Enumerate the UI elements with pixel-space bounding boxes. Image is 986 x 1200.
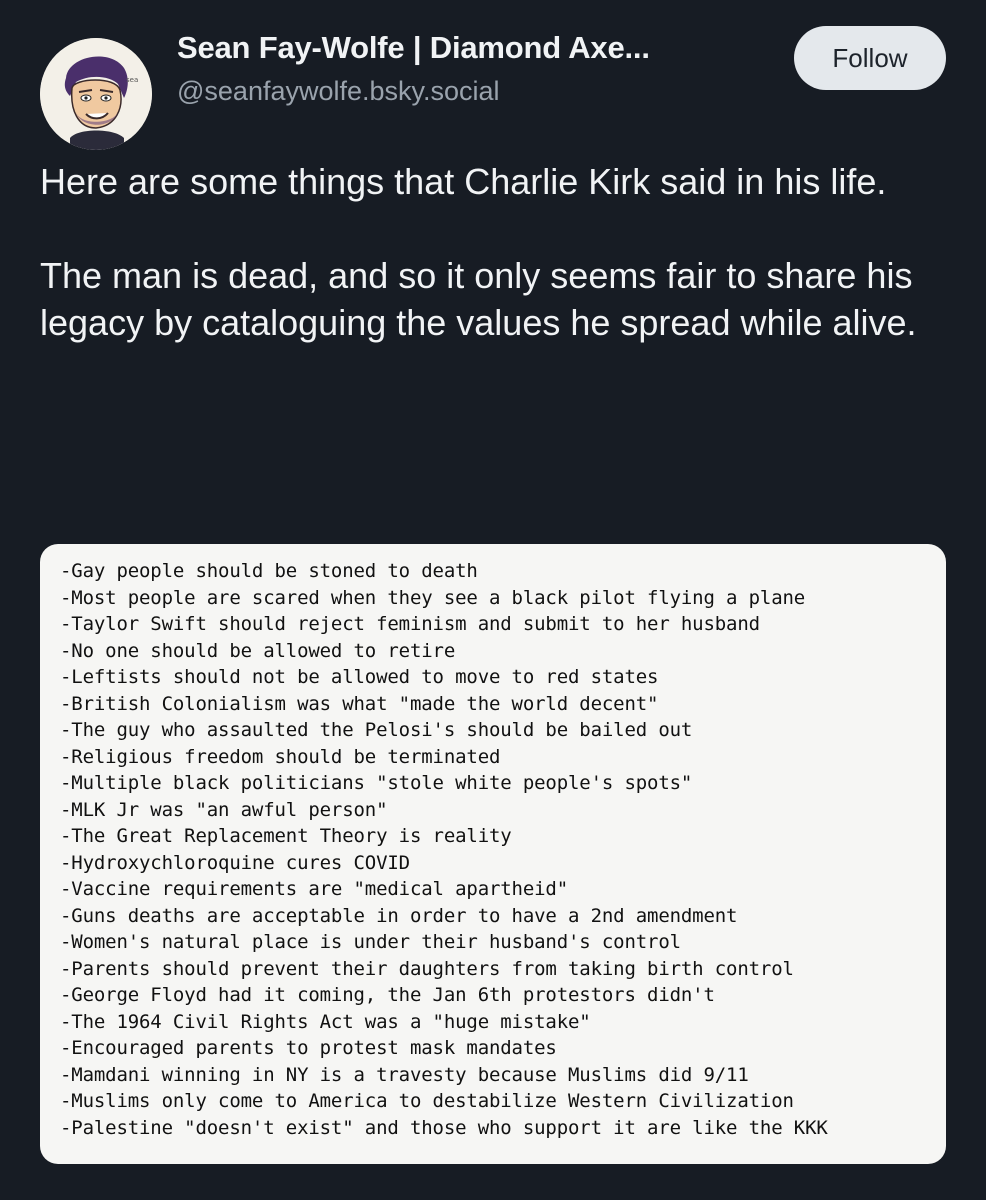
- image-text-line: -No one should be allowed to retire: [60, 639, 456, 662]
- attached-image[interactable]: -Gay people should be stoned to death -Mo…: [40, 544, 946, 1164]
- image-text-line: -Leftists should not be allowed to move …: [60, 666, 659, 688]
- image-text-line: -Guns deaths are acceptable in order to …: [60, 904, 738, 927]
- avatar[interactable]: sea: [40, 38, 152, 150]
- image-text-line: -MLK Jr was "an awful person": [60, 798, 388, 821]
- image-text-line: -Most people are scared when they see a …: [60, 586, 806, 609]
- image-text-line: -The guy who assaulted the Pelosi's shou…: [60, 719, 693, 741]
- author-name[interactable]: Sean Fay-Wolfe | Diamond Axe...: [177, 30, 650, 66]
- image-text-line: -Muslims only come to America to destabi…: [60, 1090, 794, 1112]
- image-text-line: -Vaccine requirements are "medical apart…: [60, 878, 569, 900]
- image-text-line: -British Colonialism was what "made the …: [60, 692, 659, 715]
- image-text-line: -Religious freedom should be terminated: [60, 745, 501, 768]
- image-text-line: -Mamdani winning in NY is a travesty bec…: [60, 1063, 749, 1086]
- post-header: sea Sean Fay-Wolfe | Diamond Axe... @sea…: [40, 26, 946, 150]
- post-paragraph-1: Here are some things that Charlie Kirk s…: [40, 161, 887, 202]
- follow-button[interactable]: Follow: [794, 26, 946, 90]
- image-text-line: -Parents should prevent their daughters …: [60, 957, 794, 980]
- author-handle[interactable]: @seanfaywolfe.bsky.social: [177, 76, 500, 107]
- image-text-line: -The Great Replacement Theory is reality: [60, 825, 512, 847]
- image-text-line: -Gay people should be stoned to death: [60, 560, 478, 582]
- post-text: Here are some things that Charlie Kirk s…: [40, 158, 940, 346]
- post-paragraph-2: The man is dead, and so it only seems fa…: [40, 255, 917, 343]
- cartoon-portrait-avatar-icon: sea: [40, 38, 152, 150]
- image-text-line: -George Floyd had it coming, the Jan 6th…: [60, 984, 715, 1006]
- image-text-line: -Hydroxychloroquine cures COVID: [60, 851, 410, 874]
- svg-text:sea: sea: [126, 76, 138, 84]
- image-text-list: -Gay people should be stoned to death -Mo…: [60, 558, 828, 1141]
- image-text-line: -The 1964 Civil Rights Act was a "huge m…: [60, 1010, 591, 1033]
- image-text-line: -Palestine "doesn't exist" and those who…: [60, 1116, 828, 1139]
- image-text-line: -Taylor Swift should reject feminism and…: [60, 613, 760, 635]
- image-text-line: -Women's natural place is under their hu…: [60, 931, 681, 953]
- image-text-line: -Encouraged parents to protest mask mand…: [60, 1037, 557, 1059]
- image-text-line: -Multiple black politicians "stole white…: [60, 772, 693, 794]
